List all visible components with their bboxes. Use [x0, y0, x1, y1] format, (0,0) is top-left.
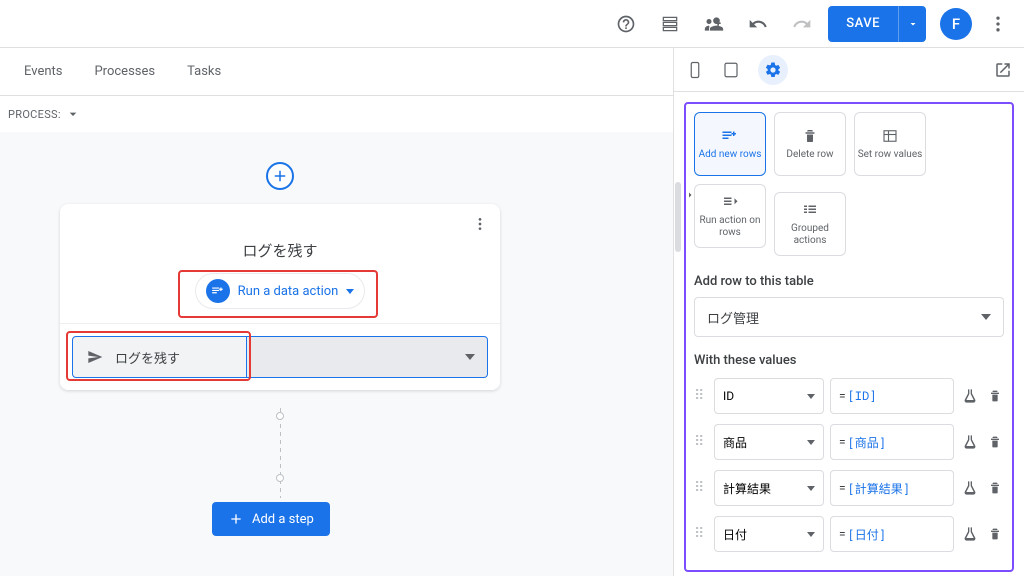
topbar: SAVE F [0, 0, 1024, 48]
right-panel: Add new rows Delete row Set row values R… [674, 48, 1024, 576]
connector-dot [276, 474, 284, 482]
chevron-down-icon [807, 440, 815, 445]
delete-icon[interactable] [986, 526, 1004, 542]
chevron-down-icon [807, 486, 815, 491]
delete-icon[interactable] [986, 480, 1004, 496]
add-step-label: Add a step [252, 512, 314, 527]
chevron-down-icon [346, 289, 354, 294]
test-flask-icon[interactable] [960, 388, 980, 404]
settings-highlight-box: Add new rows Delete row Set row values R… [684, 102, 1014, 572]
expression-input[interactable]: = [商品] [830, 424, 954, 460]
tile-grouped[interactable]: Grouped actions [774, 192, 846, 256]
drag-handle-icon[interactable]: ⠿ [694, 388, 708, 404]
tile-label: Grouped actions [775, 223, 845, 247]
column-select[interactable]: 計算結果 [714, 470, 824, 506]
expression-input[interactable]: = [日付] [830, 516, 954, 552]
avatar[interactable]: F [940, 8, 972, 40]
save-dropdown[interactable] [898, 6, 926, 42]
drag-handle-icon[interactable]: ⠿ [694, 434, 708, 450]
mobile-icon[interactable] [686, 61, 704, 79]
connector-line [280, 408, 281, 498]
tile-label: Run action on rows [695, 215, 765, 239]
card-title: ログを残す [60, 236, 500, 273]
deploy-icon[interactable] [652, 6, 688, 42]
column-select[interactable]: 商品 [714, 424, 824, 460]
more-icon[interactable] [980, 6, 1016, 42]
value-row: ⠿ 日付= [日付] [694, 516, 1004, 552]
tile-label: Set row values [858, 149, 923, 161]
tablet-icon[interactable] [722, 61, 740, 79]
chevron-down-icon [807, 394, 815, 399]
card-options-icon[interactable] [472, 216, 488, 236]
playlist-add-icon [206, 279, 230, 303]
table-select-value: ログ管理 [707, 308, 759, 327]
tab-tasks[interactable]: Tasks [187, 64, 221, 79]
value-row: ⠿ ID= [ID] [694, 378, 1004, 414]
chevron-down-icon [981, 314, 991, 320]
tile-set-values[interactable]: Set row values [854, 112, 926, 176]
step-card: ログを残す Run a data action ログを残す [60, 204, 500, 390]
process-label: PROCESS: [8, 108, 61, 121]
table-select[interactable]: ログ管理 [694, 297, 1004, 337]
share-icon[interactable] [696, 6, 732, 42]
with-values-label: With these values [694, 353, 1004, 368]
left-panel: Events Processes Tasks PROCESS: ログを残す Ru… [0, 48, 674, 576]
drag-handle-icon[interactable]: ⠿ [694, 480, 708, 496]
delete-icon[interactable] [986, 434, 1004, 450]
chevron-down-icon [465, 354, 475, 360]
add-row-label: Add row to this table [694, 274, 1004, 289]
task-selector-row: ログを残す [60, 323, 500, 390]
settings-icon[interactable] [758, 55, 788, 85]
tab-processes[interactable]: Processes [94, 64, 155, 79]
add-step-button[interactable]: Add a step [212, 502, 330, 536]
delete-icon[interactable] [986, 388, 1004, 404]
column-select[interactable]: 日付 [714, 516, 824, 552]
run-data-action-chip[interactable]: Run a data action [195, 273, 365, 309]
value-row: ⠿ 商品= [商品] [694, 424, 1004, 460]
test-flask-icon[interactable] [960, 480, 980, 496]
action-tiles: Add new rows Delete row Set row values R… [694, 112, 1004, 256]
tile-label: Delete row [786, 149, 833, 161]
test-flask-icon[interactable] [960, 434, 980, 450]
chevron-down-icon [807, 532, 815, 537]
tile-delete-row[interactable]: Delete row [774, 112, 846, 176]
popout-icon[interactable] [994, 61, 1012, 79]
add-step-top[interactable] [266, 162, 294, 190]
value-row: ⠿ 計算結果= [計算結果] [694, 470, 1004, 506]
expression-input[interactable]: = [ID] [830, 378, 954, 414]
right-device-bar [674, 48, 1024, 92]
connector-dot [276, 412, 284, 420]
task-name-box[interactable]: ログを残す [72, 336, 247, 378]
column-select[interactable]: ID [714, 378, 824, 414]
expression-input[interactable]: = [計算結果] [830, 470, 954, 506]
undo-icon[interactable] [740, 6, 776, 42]
task-name-label: ログを残す [115, 348, 180, 367]
test-flask-icon[interactable] [960, 526, 980, 542]
drag-handle-icon[interactable]: ⠿ [694, 526, 708, 542]
tile-label: Add new rows [699, 149, 762, 161]
canvas: ログを残す Run a data action ログを残す [0, 132, 673, 576]
process-selector[interactable]: PROCESS: [0, 96, 673, 132]
send-icon [87, 349, 103, 365]
redo-icon[interactable] [784, 6, 820, 42]
task-dropdown[interactable] [247, 336, 488, 378]
tile-run-action[interactable]: Run action on rows [694, 184, 766, 248]
left-tabs: Events Processes Tasks [0, 48, 673, 96]
run-action-label: Run a data action [238, 284, 339, 299]
tile-add-rows[interactable]: Add new rows [694, 112, 766, 176]
tab-events[interactable]: Events [24, 64, 62, 79]
save-button-group: SAVE [828, 6, 926, 42]
save-button[interactable]: SAVE [828, 6, 898, 42]
help-icon[interactable] [608, 6, 644, 42]
